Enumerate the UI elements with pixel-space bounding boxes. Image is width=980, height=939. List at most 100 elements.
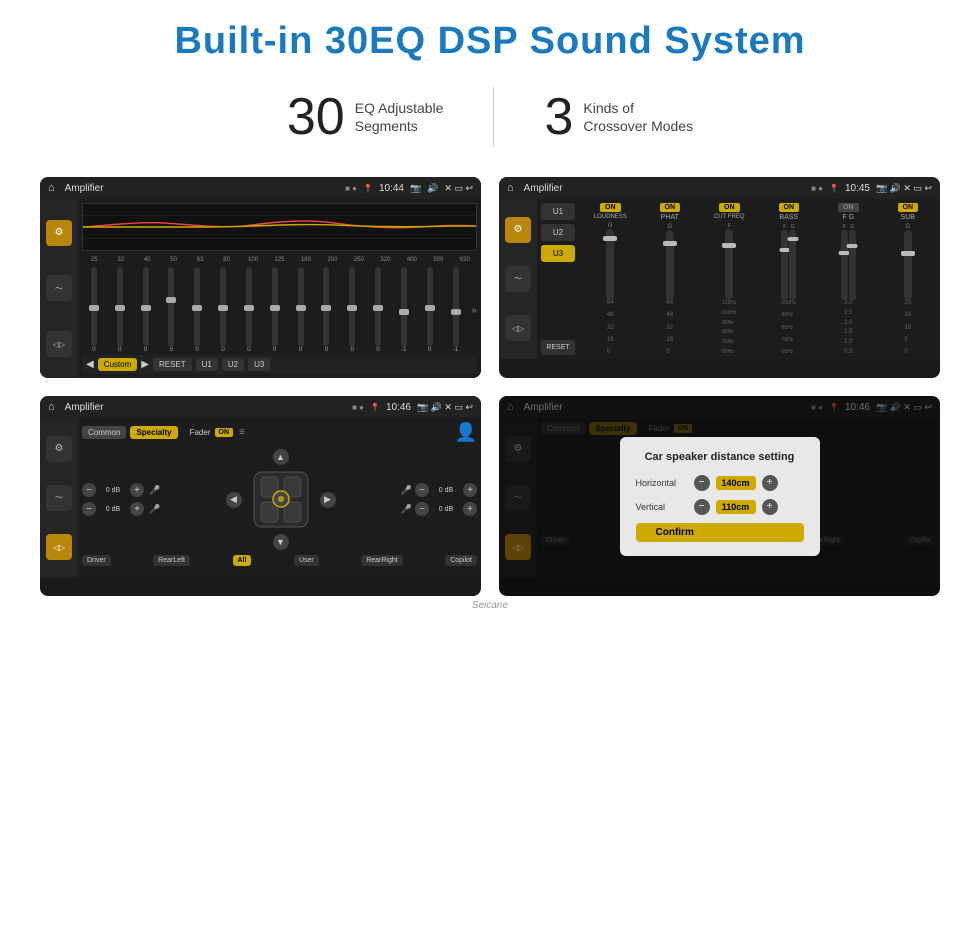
eq-graph: [82, 203, 477, 251]
stat-crossover-number: 3: [544, 91, 573, 143]
slider-0[interactable]: 0: [82, 267, 106, 353]
left-bot-minus[interactable]: −: [82, 502, 96, 516]
mic-icon-3: 🎤: [401, 485, 412, 496]
arrow-left-btn[interactable]: ◀: [226, 492, 242, 508]
screen1-statusbar: ⌂ Amplifier ■ ● 📍 10:44 📷 🔊 ✕ ▭ ↩: [40, 177, 481, 199]
common-tab[interactable]: Common: [82, 426, 126, 439]
dsp-reset-btn[interactable]: RESET: [541, 340, 575, 355]
horizontal-minus-btn[interactable]: −: [694, 475, 710, 491]
play-prev-icon[interactable]: ◀: [86, 359, 94, 370]
bass-on-btn[interactable]: ON: [779, 203, 800, 212]
driver-btn[interactable]: Driver: [82, 555, 111, 566]
play-icon[interactable]: ▶: [141, 359, 149, 370]
slider-8[interactable]: 0: [289, 267, 313, 353]
fader-speaker-btn[interactable]: ◁▷: [46, 534, 72, 560]
slider-11[interactable]: 0: [366, 267, 390, 353]
eq-settings-btn[interactable]: ⚙: [46, 220, 72, 246]
right-bot-minus[interactable]: −: [415, 502, 429, 516]
eq-custom-btn[interactable]: Custom: [98, 358, 138, 371]
fader-wave-btn[interactable]: 〜: [46, 485, 72, 511]
dsp-u3-btn[interactable]: U3: [541, 245, 575, 262]
left-top-minus[interactable]: −: [82, 483, 96, 497]
left-vol-controls: − 0 dB + 🎤 − 0 dB + 🎤: [82, 483, 160, 516]
vertical-minus-btn[interactable]: −: [694, 499, 710, 515]
eq-wave-btn[interactable]: 〜: [46, 275, 72, 301]
arrow-up-btn[interactable]: ▲: [273, 449, 289, 465]
home-icon[interactable]: ⌂: [48, 182, 55, 194]
vertical-plus-btn[interactable]: +: [762, 499, 778, 515]
eq-u3-btn[interactable]: U3: [248, 358, 270, 371]
slider-1[interactable]: 0: [108, 267, 132, 353]
dsp-settings-btn[interactable]: ⚙: [505, 217, 531, 243]
page-container: Built-in 30EQ DSP Sound System 30 EQ Adj…: [0, 0, 980, 939]
copilot-btn[interactable]: Copilot: [445, 555, 477, 566]
sub-slider[interactable]: [904, 230, 912, 300]
user-btn[interactable]: User: [294, 555, 319, 566]
slider-4[interactable]: 0: [185, 267, 209, 353]
confirm-button[interactable]: Confirm: [636, 523, 804, 542]
slider-9[interactable]: 0: [314, 267, 338, 353]
dsp-wave-btn[interactable]: 〜: [505, 266, 531, 292]
cutfreq-on-btn[interactable]: ON: [719, 203, 740, 212]
slider-14[interactable]: -1: [444, 267, 468, 353]
screen2-title: Amplifier: [524, 183, 805, 194]
right-top-minus[interactable]: −: [415, 483, 429, 497]
dsp-speaker-btn[interactable]: ◁▷: [505, 315, 531, 341]
phat-on-btn[interactable]: ON: [660, 203, 681, 212]
channel-fg: ON F G F G: [820, 203, 877, 355]
dialog-title: Car speaker distance setting: [636, 451, 804, 463]
bass-g-slider[interactable]: [789, 230, 796, 300]
sub-on-btn[interactable]: ON: [898, 203, 919, 212]
cutfreq-slider-col: F: [725, 223, 733, 300]
rearleft-btn[interactable]: RearLeft: [153, 555, 190, 566]
slider-10[interactable]: 0: [340, 267, 364, 353]
screen3-nav: 📷 🔊 ✕ ▭ ↩: [417, 402, 473, 413]
rearright-btn[interactable]: RearRight: [361, 555, 403, 566]
loudness-on-btn[interactable]: ON: [600, 203, 621, 212]
eq-u1-btn[interactable]: U1: [196, 358, 218, 371]
eq-speaker-btn[interactable]: ◁▷: [46, 331, 72, 357]
fader-zones: Driver RearLeft All User RearRight Copil…: [82, 555, 477, 566]
fader-on-indicator[interactable]: ON: [215, 428, 234, 437]
slider-6[interactable]: 0: [237, 267, 261, 353]
left-bot-plus[interactable]: +: [130, 502, 144, 516]
dialog-vertical-row: Vertical − 110cm +: [636, 499, 804, 515]
right-top-plus[interactable]: +: [463, 483, 477, 497]
home-icon-2[interactable]: ⌂: [507, 182, 514, 194]
horizontal-plus-btn[interactable]: +: [762, 475, 778, 491]
specialty-tab[interactable]: Specialty: [130, 426, 177, 439]
slider-12[interactable]: -1: [392, 267, 416, 353]
slider-2[interactable]: 0: [134, 267, 158, 353]
eq-freq-labels: 25 32 40 50 63 80 100 125 160 200 250 32…: [82, 257, 477, 263]
dsp-sidebar: ⚙ 〜 ◁▷: [499, 199, 537, 359]
vertical-label: Vertical: [636, 502, 688, 512]
fader-sliders-icon: ≡: [239, 427, 245, 438]
fg-g-col: G: [849, 224, 856, 300]
slider-13[interactable]: 0: [418, 267, 442, 353]
right-bot-plus[interactable]: +: [463, 502, 477, 516]
fader-settings-btn[interactable]: ⚙: [46, 436, 72, 462]
left-top-plus[interactable]: +: [130, 483, 144, 497]
fg-g-slider[interactable]: [849, 230, 856, 300]
eq-reset-btn[interactable]: RESET: [153, 358, 192, 371]
dsp-u2-btn[interactable]: U2: [541, 224, 575, 241]
page-title: Built-in 30EQ DSP Sound System: [40, 20, 940, 63]
screen2-time: 10:45: [845, 183, 870, 194]
slider-3[interactable]: 5: [159, 267, 183, 353]
cutfreq-slider[interactable]: [725, 229, 733, 300]
eq-u2-btn[interactable]: U2: [222, 358, 244, 371]
arrow-right-btn[interactable]: ▶: [320, 492, 336, 508]
bass-label: BASS: [779, 214, 798, 221]
slider-5[interactable]: 0: [211, 267, 235, 353]
all-btn[interactable]: All: [233, 555, 252, 566]
slider-7[interactable]: 0: [263, 267, 287, 353]
fg-on-btn[interactable]: ON: [838, 203, 859, 212]
home-icon-3[interactable]: ⌂: [48, 401, 55, 413]
dsp-u1-btn[interactable]: U1: [541, 203, 575, 220]
left-vol-row-1: − 0 dB + 🎤: [82, 483, 160, 497]
loudness-label: LOUDNESS: [594, 214, 627, 220]
fg-f-slider[interactable]: [841, 230, 848, 300]
phat-slider[interactable]: [666, 230, 674, 300]
freq-25: 25: [82, 257, 106, 263]
arrow-down-btn[interactable]: ▼: [273, 534, 289, 550]
